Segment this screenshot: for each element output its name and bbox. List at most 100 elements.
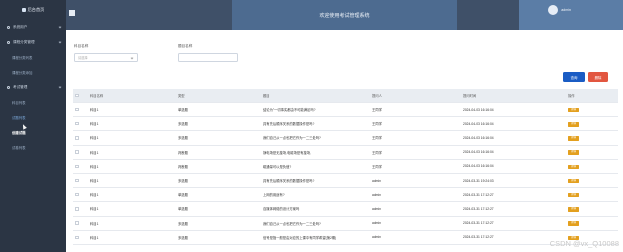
watermark: CSDN @vx_Q10088 bbox=[549, 239, 619, 248]
sidebar-item-label: 系统用户 bbox=[13, 25, 28, 29]
title-input[interactable] bbox=[178, 53, 238, 62]
row-checkbox[interactable] bbox=[73, 136, 81, 140]
table-cell: 科目1 bbox=[90, 179, 99, 184]
detail-button[interactable]: 详情 bbox=[568, 136, 579, 141]
table-cell: admin bbox=[372, 192, 381, 197]
row-checkbox[interactable] bbox=[73, 150, 81, 154]
row-checkbox[interactable] bbox=[73, 164, 81, 169]
row-checkbox[interactable] bbox=[73, 235, 81, 239]
table-row[interactable]: 科目1 多选题 信号是指一般是由对应的上课中有同学希望(第2期) admin 2024-… bbox=[73, 231, 618, 245]
table-cell: 2024-04-03 16:16:04 bbox=[463, 164, 494, 169]
sidebar-subitem-subject-list[interactable]: 科目列表 bbox=[0, 95, 66, 110]
top-header: 欢迎使用考试管理系统 admin bbox=[66, 0, 623, 30]
sidebar-subitem-category-list[interactable]: 课程分类列表 bbox=[0, 50, 66, 65]
table-row[interactable]: 科目1 多选题 具有先后顺序关系的数据操作是吗? admin 2024-03-31 19… bbox=[73, 174, 618, 189]
table-cell: 单选题 bbox=[178, 108, 188, 113]
table-row[interactable]: 科目1 判断题 磁通量可以是负值? 王同学 2024-04-03 16:16:04 详情 bbox=[73, 160, 618, 174]
table-row[interactable]: 科目1 单选题 上网的用途有? admin 2024-03-31 17:12:27 详情 bbox=[73, 188, 618, 203]
table-cell: 科目1 bbox=[90, 235, 99, 240]
sidebar-item-exam-management[interactable]: 考试管理 bbox=[0, 80, 66, 95]
detail-button[interactable]: 详情 bbox=[568, 150, 579, 155]
table-cell-actions: 详情 bbox=[568, 107, 618, 113]
table-row[interactable]: 科目1 单选题 结论为"一切事实都由不可能满足吗? 王同学 2024-04-03 16:… bbox=[73, 103, 618, 118]
table-cell: 自媒体网络的设计方案吗 bbox=[263, 207, 300, 212]
column-header: 题目 bbox=[263, 94, 270, 98]
sidebar-item-course-categories[interactable]: 课程分类管理 bbox=[0, 35, 66, 50]
sidebar-subitem-create-question[interactable]: 创建试题 bbox=[0, 125, 66, 140]
sidebar: 后台首页 系统用户 课程分类管理 课程分类列表 课程分类添加 考试管理 科目列表… bbox=[0, 0, 66, 252]
table-cell-actions: 详情 bbox=[568, 220, 618, 226]
table-cell: 科目1 bbox=[90, 207, 99, 212]
table-row[interactable]: 科目1 多选题 具有先后顺序关系的数据操作是吗? 王同学 2024-04-03 16:1… bbox=[73, 117, 618, 132]
table-row[interactable]: 科目1 单选题 自媒体网络的设计方案吗 admin 2024-03-31 17:12:2… bbox=[73, 202, 618, 217]
row-checkbox[interactable] bbox=[73, 221, 81, 225]
table-cell: 2024-03-31 17:12:27 bbox=[463, 221, 494, 226]
table-cell: 科目1 bbox=[90, 193, 99, 198]
table-cell: 科目1 bbox=[90, 150, 99, 155]
select-all-checkbox[interactable] bbox=[73, 93, 81, 98]
table-cell: 磁通量可以是负值? bbox=[263, 164, 292, 169]
table-cell: 多选题 bbox=[178, 179, 188, 184]
search-button[interactable]: 查询 bbox=[563, 72, 585, 82]
detail-button[interactable]: 详情 bbox=[568, 221, 579, 226]
search-form: 科目名称 请选择 题目名称 查询 删除 bbox=[66, 30, 623, 85]
chevron-down-icon bbox=[130, 56, 134, 59]
row-checkbox[interactable] bbox=[73, 207, 81, 211]
subject-select-value: 请选择 bbox=[78, 56, 88, 60]
table-body: 科目1 单选题 结论为"一切事实都由不可能满足吗? 王同学 2024-04-03 16:… bbox=[73, 103, 618, 245]
subject-label: 科目名称 bbox=[74, 44, 89, 48]
username-label[interactable]: admin bbox=[561, 8, 571, 12]
menu-grid-icon[interactable] bbox=[69, 10, 75, 16]
detail-button[interactable]: 详情 bbox=[568, 107, 579, 113]
table-cell: admin bbox=[372, 235, 381, 240]
title-label: 题目名称 bbox=[178, 44, 193, 48]
question-table: 科目名称 类型 题目 提问人 提问时间 操作 科目1 单选题 结论为"一切事实都由不… bbox=[73, 89, 618, 245]
avatar[interactable] bbox=[548, 5, 558, 15]
sidebar-brand[interactable]: 后台首页 bbox=[0, 0, 66, 20]
table-cell-actions: 详情 bbox=[568, 178, 618, 184]
table-cell: admin bbox=[372, 206, 381, 211]
column-header: 提问人 bbox=[372, 94, 382, 98]
table-cell: 具有先后顺序关系的数据操作是吗? bbox=[263, 179, 315, 184]
row-checkbox[interactable] bbox=[73, 193, 81, 197]
table-cell: 判断题 bbox=[178, 164, 188, 169]
table-cell: 王同学 bbox=[372, 164, 382, 169]
page-title: 欢迎使用考试管理系统 bbox=[232, 0, 457, 30]
sidebar-subitem-category-add[interactable]: 课程分类添加 bbox=[0, 65, 66, 80]
table-row[interactable]: 科目1 判断题 静电场是无旋场,电磁场是有旋场, 王同学 2024-04-03 16:1… bbox=[73, 146, 618, 160]
table-cell: 多选题 bbox=[178, 221, 188, 226]
row-checkbox[interactable] bbox=[73, 107, 81, 112]
table-cell: 上网的用途有? bbox=[263, 193, 285, 198]
table-cell: 我们自己从一点也把它作为一二三处吗? bbox=[263, 136, 321, 141]
table-cell: 单选题 bbox=[178, 207, 188, 212]
sidebar-item-label: 考试管理 bbox=[13, 85, 28, 89]
sidebar-item-system-users[interactable]: 系统用户 bbox=[0, 20, 66, 35]
table-cell: 王同学 bbox=[372, 150, 382, 155]
sidebar-subitem-paper-list[interactable]: 试卷列表 bbox=[0, 140, 66, 155]
table-cell: 静电场是无旋场,电磁场是有旋场, bbox=[263, 150, 311, 155]
detail-button[interactable]: 详情 bbox=[568, 164, 579, 170]
table-cell: 2024-04-03 16:16:04 bbox=[463, 135, 494, 140]
table-row[interactable]: 科目1 多选题 我们自己从一点也把它作为一二三处吗? 王同学 2024-04-03 16… bbox=[73, 131, 618, 146]
table-cell-actions: 详情 bbox=[568, 164, 618, 170]
sidebar-subitem-question-list[interactable]: 试题列表 bbox=[0, 110, 66, 125]
row-checkbox[interactable] bbox=[73, 122, 81, 126]
detail-button[interactable]: 详情 bbox=[568, 207, 579, 212]
table-cell: 科目1 bbox=[90, 136, 99, 141]
exam-icon bbox=[7, 86, 10, 89]
table-row[interactable]: 科目1 多选题 我们自己从一点也把它作为一二三处吗? admin 2024-03-31 … bbox=[73, 217, 618, 231]
table-cell: 我们自己从一点也把它作为一二三处吗? bbox=[263, 221, 321, 226]
subject-select[interactable]: 请选择 bbox=[74, 53, 138, 62]
detail-button[interactable]: 详情 bbox=[568, 178, 579, 184]
table-cell: 2024-03-31 17:12:27 bbox=[463, 192, 494, 197]
delete-button[interactable]: 删除 bbox=[588, 72, 608, 82]
detail-button[interactable]: 详情 bbox=[568, 122, 579, 127]
table-cell: admin bbox=[372, 178, 381, 183]
table-cell: 2024-03-31 17:12:27 bbox=[463, 206, 494, 211]
detail-button[interactable]: 详情 bbox=[568, 192, 579, 198]
table-cell: 科目1 bbox=[90, 122, 99, 127]
column-header: 类型 bbox=[178, 94, 185, 98]
row-checkbox[interactable] bbox=[73, 178, 81, 183]
table-cell: 判断题 bbox=[178, 150, 188, 155]
table-cell: 2024-04-03 16:16:04 bbox=[463, 121, 494, 126]
